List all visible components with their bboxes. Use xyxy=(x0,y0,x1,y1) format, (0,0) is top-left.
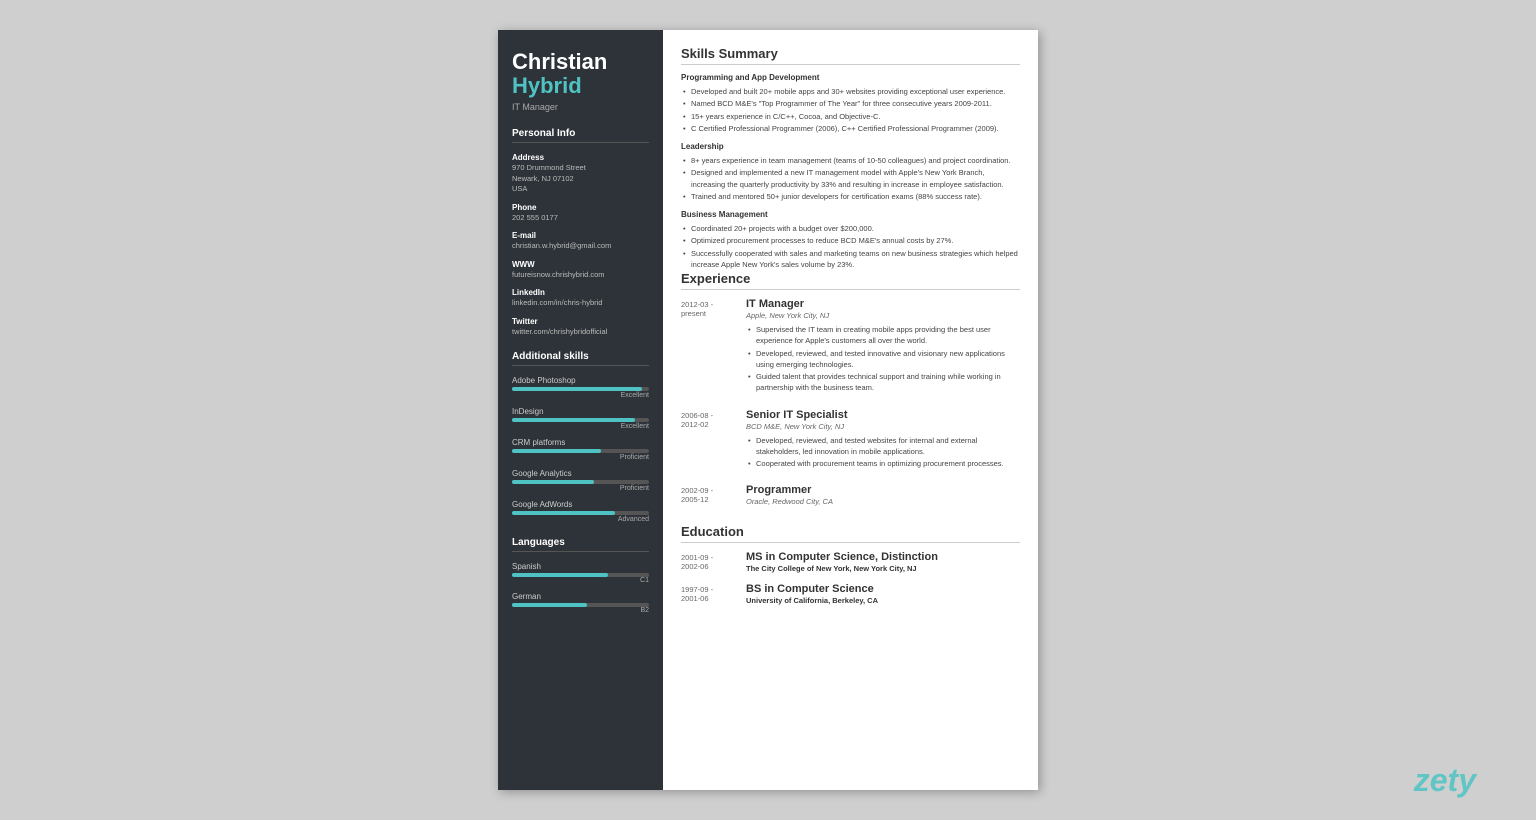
languages-section: Languages Spanish C1 German B2 xyxy=(512,537,649,614)
linkedin-value: linkedin.com/in/chris-hybrid xyxy=(512,298,649,309)
email-label: E-mail xyxy=(512,231,649,240)
phone-value: 202 555 0177 xyxy=(512,213,649,224)
personal-info-title: Personal Info xyxy=(512,128,649,143)
experience-entry: 2006-08 -2012-02Senior IT SpecialistBCD … xyxy=(681,409,1020,471)
education-title: Education xyxy=(681,524,1020,543)
education-section: Education 2001-09 -2002-06MS in Computer… xyxy=(681,524,1020,605)
skills-summary-section: Skills Summary Programming and App Devel… xyxy=(681,46,1020,270)
experience-title: Experience xyxy=(681,271,1020,290)
www-label: WWW xyxy=(512,260,649,269)
skills-subsection: Business ManagementCoordinated 20+ proje… xyxy=(681,210,1020,270)
phone-label: Phone xyxy=(512,203,649,212)
address-line2: Newark, NJ 07102 xyxy=(512,174,649,185)
languages-title: Languages xyxy=(512,537,649,552)
skills-list: Adobe Photoshop Excellent InDesign Excel… xyxy=(512,376,649,523)
skills-summary-title: Skills Summary xyxy=(681,46,1020,65)
skills-subsection: Programming and App DevelopmentDeveloped… xyxy=(681,73,1020,134)
languages-list: Spanish C1 German B2 xyxy=(512,562,649,614)
twitter-value: twitter.com/chrishybridofficial xyxy=(512,327,649,338)
experience-section: Experience 2012-03 -presentIT ManagerApp… xyxy=(681,271,1020,510)
education-body: 2001-09 -2002-06MS in Computer Science, … xyxy=(681,551,1020,605)
experience-entry: 2002-09 -2005-12ProgrammerOracle, Redwoo… xyxy=(681,484,1020,510)
skill-item: Google Analytics Proficient xyxy=(512,469,649,492)
sidebar-name-first: Christian xyxy=(512,50,649,74)
address-label: Address xyxy=(512,153,649,162)
sidebar: Christian Hybrid IT Manager Personal Inf… xyxy=(498,30,663,790)
address-line3: USA xyxy=(512,184,649,195)
skill-item: Google AdWords Advanced xyxy=(512,500,649,523)
education-entry: 1997-09 -2001-06BS in Computer ScienceUn… xyxy=(681,583,1020,605)
skill-item: InDesign Excellent xyxy=(512,407,649,430)
skill-item: CRM platforms Proficient xyxy=(512,438,649,461)
address-line1: 970 Drummond Street xyxy=(512,163,649,174)
experience-body: 2012-03 -presentIT ManagerApple, New Yor… xyxy=(681,298,1020,510)
email-value: christian.w.hybrid@gmail.com xyxy=(512,241,649,252)
skill-item: Adobe Photoshop Excellent xyxy=(512,376,649,399)
main-content: Skills Summary Programming and App Devel… xyxy=(663,30,1038,790)
language-item: Spanish C1 xyxy=(512,562,649,584)
skills-summary-body: Programming and App DevelopmentDeveloped… xyxy=(681,73,1020,270)
additional-skills-section: Additional skills Adobe Photoshop Excell… xyxy=(512,351,649,523)
language-item: German B2 xyxy=(512,592,649,614)
twitter-label: Twitter xyxy=(512,317,649,326)
experience-entry: 2012-03 -presentIT ManagerApple, New Yor… xyxy=(681,298,1020,395)
zety-watermark: zety xyxy=(1414,762,1476,799)
www-value: futureisnow.chrishybrid.com xyxy=(512,270,649,281)
linkedin-label: LinkedIn xyxy=(512,288,649,297)
personal-info-section: Personal Info Address 970 Drummond Stree… xyxy=(512,128,649,337)
skills-subsection: Leadership8+ years experience in team ma… xyxy=(681,142,1020,202)
resume-container: Christian Hybrid IT Manager Personal Inf… xyxy=(498,30,1038,790)
sidebar-name-last: Hybrid xyxy=(512,74,649,98)
education-entry: 2001-09 -2002-06MS in Computer Science, … xyxy=(681,551,1020,573)
sidebar-title: IT Manager xyxy=(512,102,649,112)
additional-skills-title: Additional skills xyxy=(512,351,649,366)
